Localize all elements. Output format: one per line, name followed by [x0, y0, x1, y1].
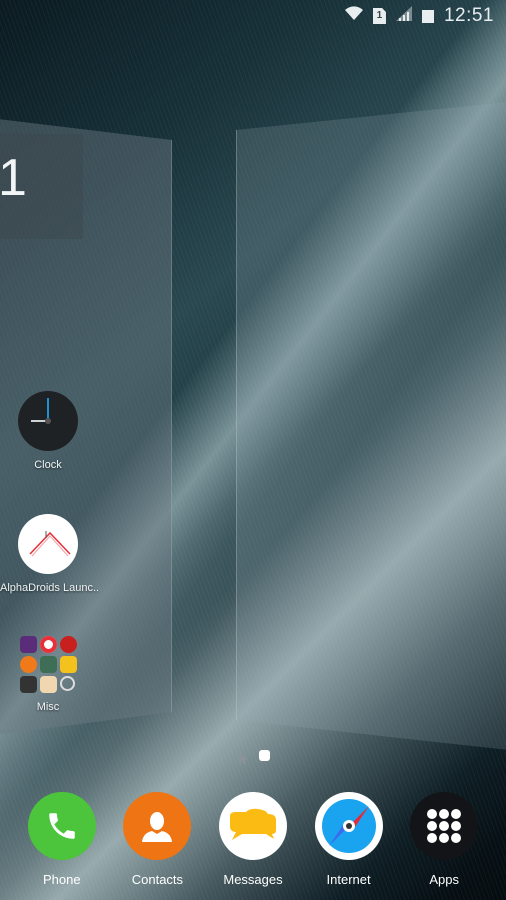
dock-label: Contacts [131, 872, 184, 887]
battery-icon [421, 9, 434, 23]
folder-icon [18, 636, 78, 693]
app-label: AlphaDroids Launc.. [0, 582, 100, 594]
dock-app-phone[interactable]: Phone [22, 792, 102, 887]
alphadroids-launcher-icon [18, 514, 78, 574]
folder-app-icon [59, 636, 77, 653]
dock-label: Phone [43, 872, 81, 887]
signal-icon [395, 6, 412, 26]
dock-app-messages[interactable]: Messages [213, 792, 293, 887]
wifi-icon [344, 6, 363, 26]
contacts-icon [123, 792, 192, 860]
dock-label: Apps [429, 872, 459, 887]
clock-widget[interactable]: 1 [0, 134, 83, 239]
page-dot-active[interactable] [258, 750, 270, 761]
app-drawer-icon [410, 792, 479, 860]
dock-label: Messages [223, 872, 283, 887]
dock-label: Internet [326, 872, 371, 887]
folder-app-icon [39, 636, 57, 653]
app-alphadroids-launcher[interactable]: AlphaDroids Launc.. [0, 514, 100, 594]
clock-time: 12:51 [443, 5, 494, 26]
app-label: Misc [36, 701, 60, 713]
workspace-page-right[interactable] [236, 100, 506, 752]
home-page-icon[interactable] [236, 751, 247, 764]
dock-app-apps[interactable]: Apps [404, 792, 484, 887]
clock-icon [18, 391, 78, 451]
page-indicator [0, 750, 506, 764]
dock: Phone Contacts Messages Internet Apps [0, 792, 506, 887]
folder-app-icon [59, 656, 77, 673]
app-clock[interactable]: Clock [0, 391, 96, 471]
widget-time-fragment: 1 [0, 149, 27, 207]
folder-app-icon [19, 676, 37, 693]
folder-app-icon [59, 676, 75, 691]
folder-app-icon [19, 636, 37, 653]
internet-compass-icon [314, 792, 383, 860]
sim-card-icon: 1 [372, 8, 386, 24]
dock-app-internet[interactable]: Internet [309, 792, 389, 887]
app-label: Clock [34, 459, 62, 471]
messages-icon [218, 792, 287, 860]
folder-misc[interactable]: Misc [0, 636, 96, 713]
folder-app-icon [39, 656, 57, 673]
folder-app-icon [39, 676, 57, 693]
dock-app-contacts[interactable]: Contacts [117, 792, 197, 887]
phone-icon [27, 792, 96, 860]
folder-app-icon [19, 656, 37, 673]
status-bar: 1 12:51 [344, 0, 506, 32]
